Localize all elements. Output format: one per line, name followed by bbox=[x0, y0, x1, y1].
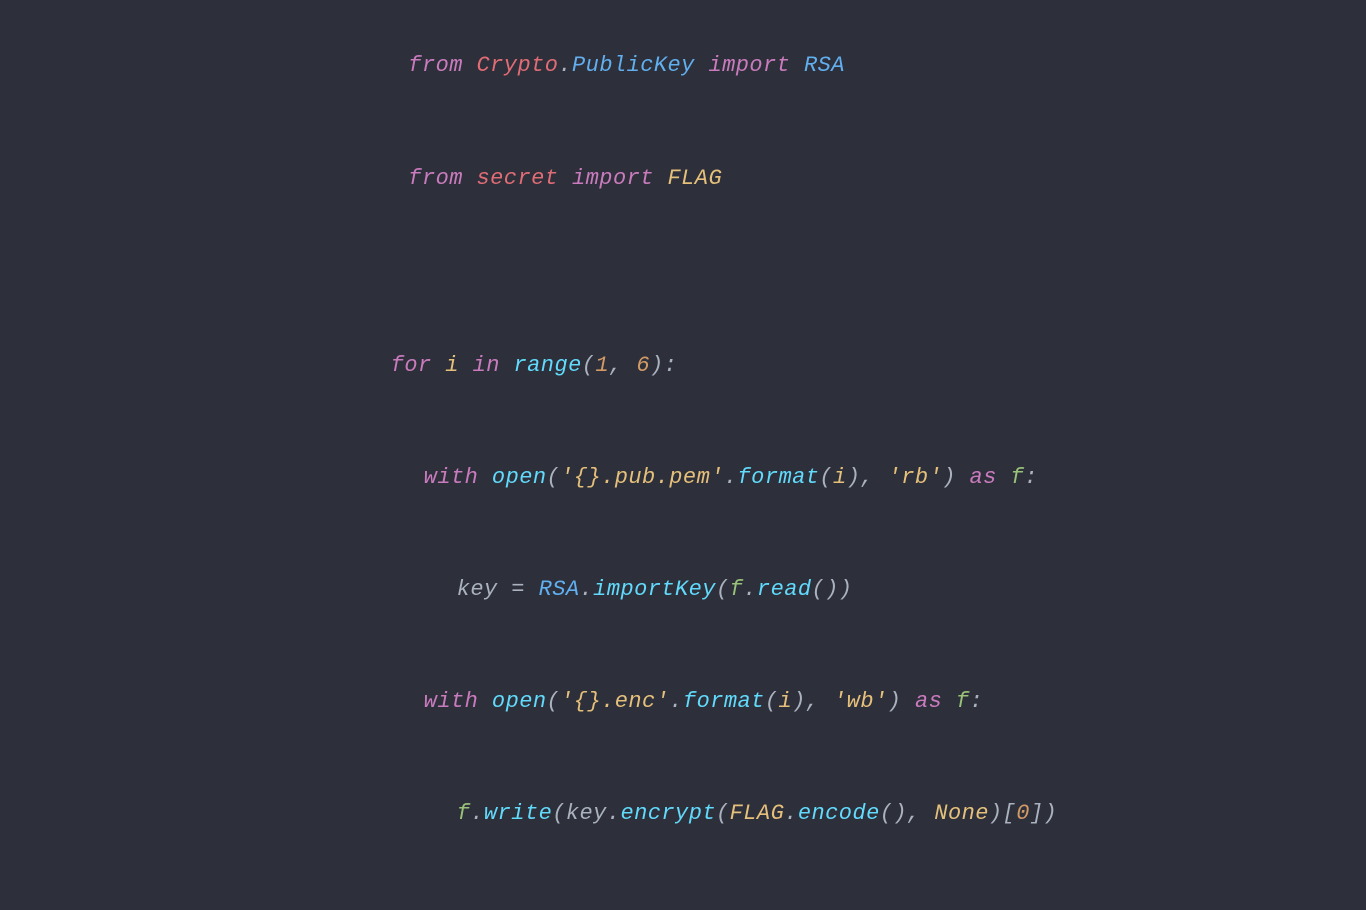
dot-format-1: . bbox=[724, 465, 738, 490]
line-shebang: #!/usr/bin/env python3 bbox=[309, 0, 1057, 10]
func-open-2: open bbox=[492, 689, 547, 714]
dot-1: . bbox=[558, 53, 572, 78]
kw-as-2: as bbox=[915, 689, 956, 714]
paren-open-1: ( bbox=[582, 353, 596, 378]
eq-1: = bbox=[511, 577, 538, 602]
func-format-2: format bbox=[683, 689, 765, 714]
line-import-1: from Crypto.PublicKey import RSA bbox=[309, 10, 1057, 122]
str-rb: 'rb' bbox=[888, 465, 943, 490]
flag-name: FLAG bbox=[668, 166, 723, 191]
paren-13: ( bbox=[716, 801, 730, 826]
paren-2: ( bbox=[547, 465, 561, 490]
paren-7: ()) bbox=[812, 577, 853, 602]
paren-5: ) bbox=[942, 465, 969, 490]
num-6: 6 bbox=[636, 353, 650, 378]
paren-3: ( bbox=[819, 465, 833, 490]
kw-import-1: import bbox=[695, 53, 804, 78]
dot-3: . bbox=[743, 577, 757, 602]
var-i: i bbox=[445, 353, 459, 378]
var-key-2: key bbox=[566, 801, 607, 826]
str-enc: '{}.enc' bbox=[560, 689, 669, 714]
none-val: None bbox=[934, 801, 989, 826]
dot-5: . bbox=[470, 801, 484, 826]
paren-4: ), bbox=[847, 465, 888, 490]
func-encode: encode bbox=[798, 801, 880, 826]
str-pub-pem: '{}.pub.pem' bbox=[560, 465, 724, 490]
var-i-3: i bbox=[778, 689, 792, 714]
line-with-1: with open('{}.pub.pem'.format(i), 'rb') … bbox=[309, 421, 1057, 533]
code-editor: #!/usr/bin/env python3 from Crypto.Publi… bbox=[249, 0, 1117, 910]
line-key: key = RSA.importKey(f.read()) bbox=[309, 534, 1057, 646]
func-open-1: open bbox=[492, 465, 547, 490]
flag-ref: FLAG bbox=[730, 801, 785, 826]
empty-line-1 bbox=[309, 234, 1057, 271]
kw-with-1: with bbox=[424, 465, 492, 490]
comma-1: , bbox=[609, 353, 636, 378]
kw-with-2: with bbox=[424, 689, 492, 714]
dot-4: . bbox=[669, 689, 683, 714]
var-f-4: f bbox=[457, 801, 471, 826]
paren-11: ) bbox=[888, 689, 915, 714]
var-f-3: f bbox=[956, 689, 970, 714]
kw-as-1: as bbox=[970, 465, 1011, 490]
func-read: read bbox=[757, 577, 812, 602]
kw-from-2: from bbox=[408, 166, 476, 191]
func-importkey: importKey bbox=[593, 577, 716, 602]
num-1: 1 bbox=[595, 353, 609, 378]
paren-9: ( bbox=[765, 689, 779, 714]
kw-in: in bbox=[459, 353, 514, 378]
paren-close-1: ): bbox=[650, 353, 677, 378]
paren-6: ( bbox=[716, 577, 730, 602]
colon-1: : bbox=[1024, 465, 1038, 490]
var-i-2: i bbox=[833, 465, 847, 490]
class-rsa: RSA bbox=[804, 53, 845, 78]
kw-import-2: import bbox=[558, 166, 667, 191]
func-format-1: format bbox=[738, 465, 820, 490]
kw-from-1: from bbox=[408, 53, 476, 78]
paren-10: ), bbox=[792, 689, 833, 714]
colon-2: : bbox=[970, 689, 984, 714]
func-write: write bbox=[484, 801, 552, 826]
empty-line-2 bbox=[309, 272, 1057, 309]
func-encrypt: encrypt bbox=[620, 801, 716, 826]
code-block: #!/usr/bin/env python3 from Crypto.Publi… bbox=[309, 0, 1057, 870]
dot-2: . bbox=[580, 577, 594, 602]
var-key: key bbox=[457, 577, 512, 602]
line-import-2: from secret import FLAG bbox=[309, 122, 1057, 234]
line-write: f.write(key.encrypt(FLAG.encode(), None)… bbox=[309, 758, 1057, 870]
paren-12: ( bbox=[552, 801, 566, 826]
paren-14: (), bbox=[880, 801, 935, 826]
bracket-0: )[ bbox=[989, 801, 1016, 826]
func-range: range bbox=[514, 353, 582, 378]
dot-6: . bbox=[607, 801, 621, 826]
paren-8: ( bbox=[547, 689, 561, 714]
kw-for: for bbox=[391, 353, 446, 378]
line-with-2: with open('{}.enc'.format(i), 'wb') as f… bbox=[309, 646, 1057, 758]
num-0: 0 bbox=[1016, 801, 1030, 826]
module-secret: secret bbox=[477, 166, 559, 191]
rsa-ref: RSA bbox=[539, 577, 580, 602]
module-crypto: Crypto bbox=[477, 53, 559, 78]
bracket-close: ]) bbox=[1030, 801, 1057, 826]
line-for: for i in range(1, 6): bbox=[309, 309, 1057, 421]
str-wb: 'wb' bbox=[833, 689, 888, 714]
class-publickey: PublicKey bbox=[572, 53, 695, 78]
var-f-1: f bbox=[1010, 465, 1024, 490]
dot-7: . bbox=[784, 801, 798, 826]
var-f-2: f bbox=[730, 577, 744, 602]
